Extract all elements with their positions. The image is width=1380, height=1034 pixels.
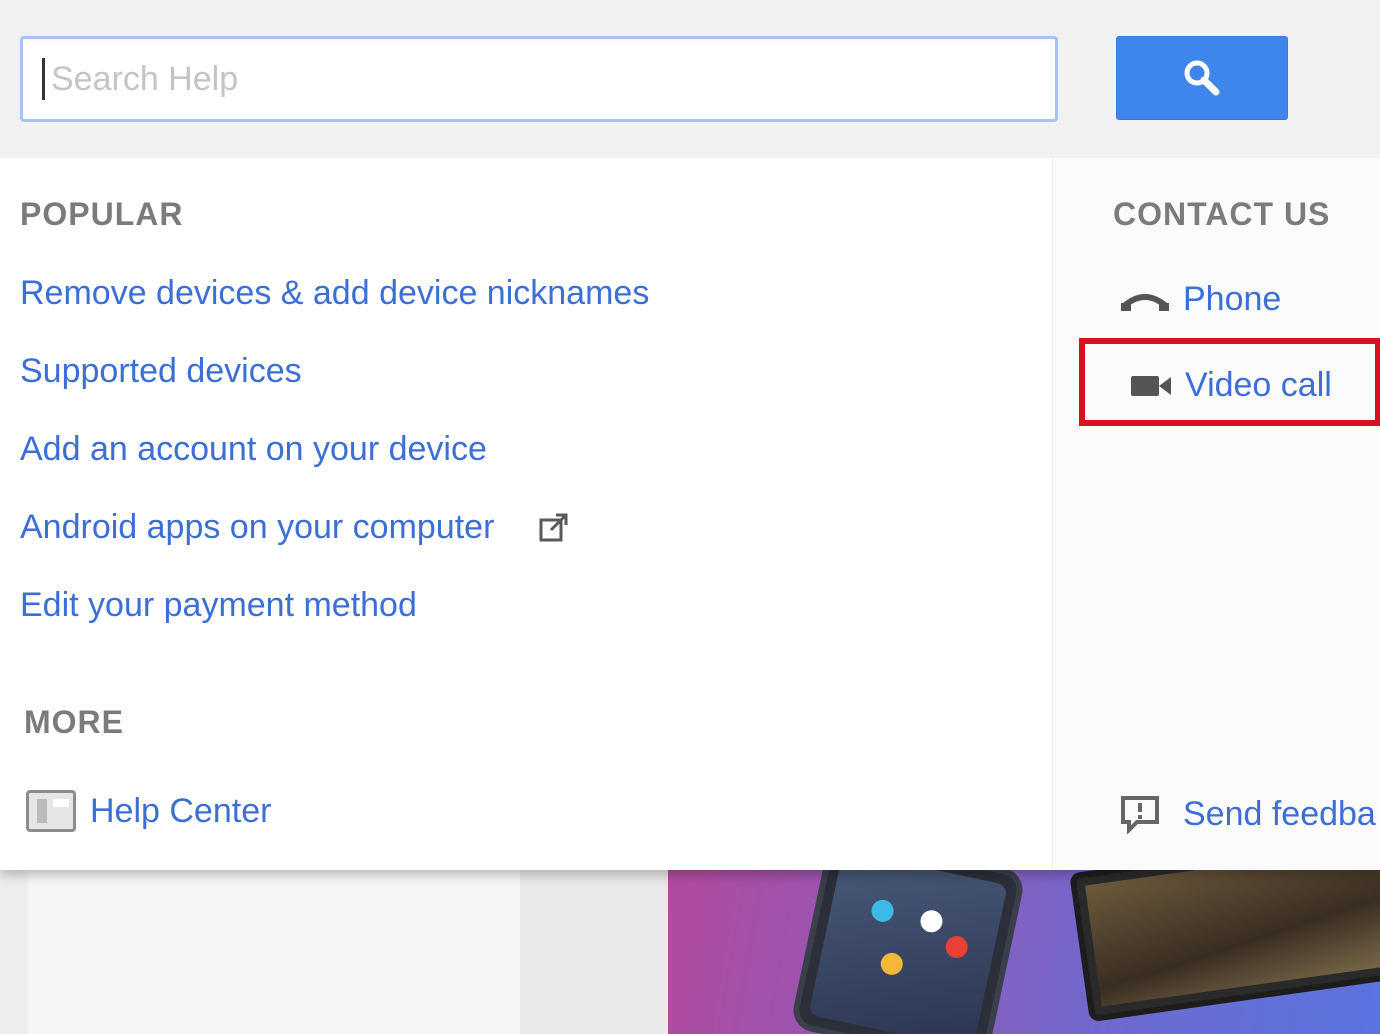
external-link-icon — [538, 512, 570, 549]
popular-column: POPULAR Remove devices & add device nick… — [0, 158, 1052, 870]
popular-heading: POPULAR — [20, 196, 184, 232]
contact-phone-item[interactable]: Phone — [1119, 280, 1281, 319]
send-feedback-link[interactable]: Send feedba — [1183, 795, 1376, 834]
popular-link-add-account[interactable]: Add an account on your device — [20, 430, 487, 469]
laptop-illustration — [1069, 860, 1380, 1023]
search-icon — [1184, 60, 1220, 96]
contact-video-call-item[interactable]: Video call — [1129, 366, 1332, 405]
feedback-icon — [1121, 796, 1159, 834]
help-center-icon — [26, 790, 76, 832]
phone-illustration — [789, 860, 1027, 1034]
contact-heading: CONTACT US — [1113, 196, 1331, 232]
text-cursor — [42, 58, 45, 100]
help-popup: POPULAR Remove devices & add device nick… — [0, 0, 1380, 870]
send-feedback-item[interactable]: Send feedba — [1119, 794, 1376, 834]
help-center-item[interactable]: Help Center — [26, 790, 271, 832]
phone-icon — [1120, 293, 1170, 311]
promo-banner-image — [668, 860, 1380, 1034]
popular-link-payment-method[interactable]: Edit your payment method — [20, 586, 417, 625]
search-button[interactable] — [1116, 36, 1288, 120]
phone-link[interactable]: Phone — [1183, 280, 1281, 319]
video-call-link[interactable]: Video call — [1185, 366, 1332, 405]
page-background — [0, 860, 1380, 1034]
background-card — [28, 860, 520, 1034]
help-page: POPULAR Remove devices & add device nick… — [0, 0, 1380, 1034]
contact-column: CONTACT US Phone Video call Send feedba — [1052, 158, 1380, 870]
search-bar — [0, 0, 1380, 158]
search-input[interactable] — [20, 36, 1058, 122]
video-camera-icon — [1131, 375, 1171, 396]
help-center-link[interactable]: Help Center — [90, 792, 271, 831]
popular-link-supported-devices[interactable]: Supported devices — [20, 352, 302, 391]
more-heading: MORE — [24, 704, 124, 740]
popular-link-remove-devices[interactable]: Remove devices & add device nicknames — [20, 274, 649, 313]
background-card-divider — [520, 860, 670, 1034]
popular-link-android-apps[interactable]: Android apps on your computer — [20, 508, 494, 547]
